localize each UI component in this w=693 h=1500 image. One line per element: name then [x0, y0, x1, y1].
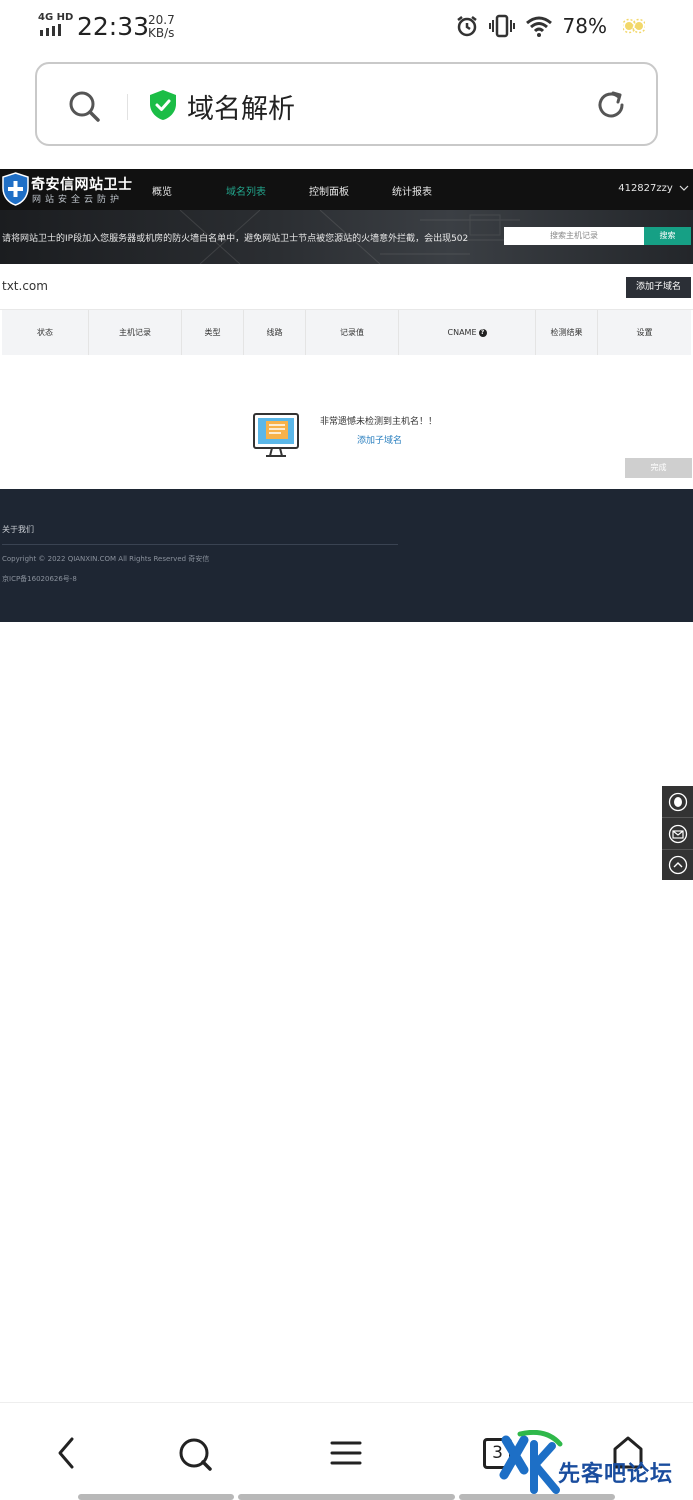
speed-unit: KB/s — [148, 26, 175, 40]
back-to-top-button[interactable] — [662, 849, 693, 880]
nav-control-panel[interactable]: 控制面板 — [309, 183, 349, 198]
col-cname: CNAME ? — [399, 310, 536, 355]
wifi-icon — [525, 16, 552, 37]
logo-shield-icon — [2, 172, 29, 206]
gesture-segment — [78, 1494, 234, 1500]
email-button[interactable] — [662, 818, 693, 849]
user-menu[interactable]: 412827zzy — [618, 183, 689, 194]
side-toolbar — [662, 786, 693, 880]
watermark-logo-icon — [499, 1430, 563, 1494]
url-text[interactable]: 域名解析 — [187, 87, 295, 126]
divider — [127, 94, 128, 120]
domain-name: txt.com — [2, 279, 48, 293]
reload-icon[interactable] — [594, 88, 628, 122]
col-check-result: 检测结果 — [536, 310, 598, 355]
records-table-header: 状态 主机记录 类型 线路 记录值 CNAME ? 检测结果 设置 — [2, 310, 691, 355]
gesture-segment — [459, 1494, 615, 1500]
menu-icon[interactable] — [330, 1435, 362, 1471]
status-icons: 78% — [455, 14, 643, 38]
search-host-input[interactable]: 搜索主机记录 — [504, 227, 644, 245]
qq-chat-button[interactable] — [662, 786, 693, 817]
back-icon[interactable] — [52, 1435, 80, 1471]
address-bar[interactable]: 域名解析 — [35, 62, 658, 146]
empty-message: 非常遗憾未检测到主机名！！ — [320, 417, 438, 427]
computer-monitor-icon — [253, 413, 299, 457]
mail-icon — [668, 824, 687, 843]
col-host-record: 主机记录 — [89, 310, 182, 355]
nav-domain-list[interactable]: 域名列表 — [226, 183, 266, 198]
notice-banner: 请将网站卫士的IP段加入您服务器或机房的防火墙白名单中，避免网站卫士节点被您源站… — [0, 210, 693, 264]
chevron-down-icon — [679, 185, 689, 191]
search-button[interactable]: 搜索 — [644, 227, 691, 245]
logo-title: 奇安信网站卫士 — [31, 177, 133, 193]
chevron-up-icon — [668, 855, 687, 874]
col-status: 状态 — [2, 310, 89, 355]
nav-statistics[interactable]: 统计报表 — [392, 183, 432, 198]
qq-icon — [668, 792, 687, 811]
clock: 22:33 — [77, 12, 150, 41]
battery-icon — [623, 18, 645, 34]
divider — [2, 544, 398, 545]
watermark-text: 先客吧论坛 — [558, 1461, 674, 1487]
vibrate-icon — [488, 14, 515, 38]
add-subdomain-button[interactable]: 添加子域名 — [626, 277, 691, 298]
battery-level: 78% — [562, 14, 607, 38]
about-us-link[interactable]: 关于我们 — [2, 524, 34, 535]
col-line: 线路 — [244, 310, 306, 355]
col-record-value: 记录值 — [306, 310, 399, 355]
alarm-icon — [456, 16, 477, 37]
gesture-bar — [0, 1494, 693, 1500]
search-icon[interactable] — [67, 89, 101, 123]
forum-watermark: 先客吧论坛 — [486, 1430, 693, 1500]
network-type: 4G HD — [38, 12, 74, 23]
username: 412827zzy — [618, 183, 673, 194]
nav-overview[interactable]: 概览 — [152, 183, 172, 198]
cname-label: CNAME — [447, 328, 477, 337]
site-footer: 关于我们 Copyright © 2022 QIANXIN.COM All Ri… — [0, 489, 693, 622]
icp-number: 京ICP备16020626号-8 — [2, 575, 77, 583]
help-icon[interactable]: ? — [478, 328, 487, 337]
copyright: Copyright © 2022 QIANXIN.COM All Rights … — [2, 555, 210, 563]
done-button[interactable]: 完成 — [625, 458, 692, 478]
logo-subtitle: 网站安全云防护 — [32, 195, 124, 205]
site-header: 奇安信网站卫士 网站安全云防护 概览 域名列表 控制面板 统计报表 412827… — [0, 169, 693, 210]
signal-icon — [40, 24, 61, 36]
col-settings: 设置 — [636, 328, 653, 337]
network-speed: 20.7 KB/s — [148, 14, 175, 40]
status-bar: 4G HD 22:33 20.7 KB/s 78% — [0, 0, 693, 54]
add-subdomain-link[interactable]: 添加子域名 — [357, 433, 402, 446]
col-type: 类型 — [182, 310, 244, 355]
gesture-segment — [238, 1494, 455, 1500]
search-icon[interactable] — [176, 1435, 214, 1473]
shield-check-icon — [150, 90, 176, 120]
banner-notice: 请将网站卫士的IP段加入您服务器或机房的防火墙白名单中，避免网站卫士节点被您源站… — [2, 234, 469, 244]
